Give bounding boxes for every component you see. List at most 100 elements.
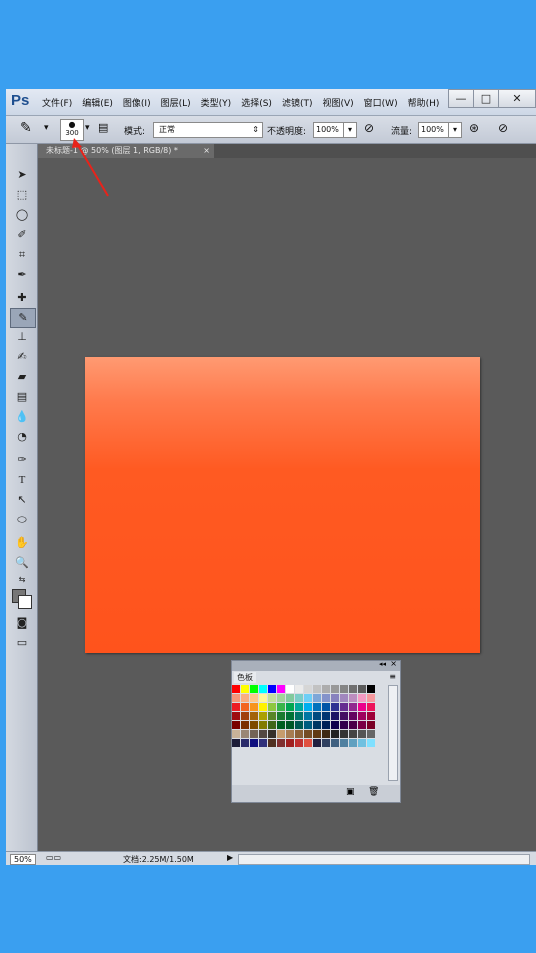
color-swatch[interactable] (340, 703, 348, 711)
color-swatch[interactable] (358, 712, 366, 720)
color-swatch[interactable] (268, 739, 276, 747)
color-swatch[interactable] (268, 703, 276, 711)
color-swatch[interactable] (277, 712, 285, 720)
close-button[interactable]: ✕ (498, 89, 536, 108)
color-swatch[interactable] (304, 685, 312, 693)
color-swatch[interactable] (259, 703, 267, 711)
color-swatch[interactable] (286, 703, 294, 711)
opacity-field[interactable]: 100% (313, 122, 344, 138)
color-swatch[interactable] (349, 730, 357, 738)
color-swatch[interactable] (295, 685, 303, 693)
color-swatch[interactable] (349, 739, 357, 747)
color-swatch[interactable] (259, 712, 267, 720)
menu-edit[interactable]: 编辑(E) (82, 96, 113, 109)
color-swatch[interactable] (358, 703, 366, 711)
color-swatch[interactable] (268, 685, 276, 693)
tab-close-icon[interactable]: × (203, 144, 210, 158)
color-swatch[interactable] (367, 730, 375, 738)
quick-mask-icon[interactable]: ◙ (10, 614, 34, 632)
color-swatch[interactable] (259, 739, 267, 747)
minimize-button[interactable]: — (448, 89, 474, 108)
color-swatch[interactable] (259, 721, 267, 729)
color-swatch[interactable] (331, 721, 339, 729)
color-swatch[interactable] (322, 685, 330, 693)
color-swatch[interactable] (313, 703, 321, 711)
color-swatch[interactable] (367, 739, 375, 747)
color-swatch[interactable] (286, 685, 294, 693)
color-swatch[interactable] (313, 685, 321, 693)
history-brush-tool-icon[interactable]: ✍ (10, 348, 34, 366)
color-swatch[interactable] (241, 712, 249, 720)
new-swatch-icon[interactable]: ▣ (346, 787, 355, 797)
color-swatch[interactable] (340, 685, 348, 693)
pressure-opacity-icon[interactable]: ⊘ (364, 121, 374, 135)
type-tool-icon[interactable]: T (10, 471, 34, 489)
color-swatch[interactable] (358, 739, 366, 747)
color-swatch[interactable] (304, 712, 312, 720)
status-preview-icon[interactable]: ▭▭ (46, 853, 61, 862)
color-swatch[interactable] (349, 703, 357, 711)
blur-tool-icon[interactable]: 💧 (10, 408, 34, 426)
color-swatch[interactable] (322, 721, 330, 729)
document-canvas[interactable] (85, 357, 480, 653)
color-swatch[interactable] (259, 694, 267, 702)
color-swatch[interactable] (367, 703, 375, 711)
color-swatch[interactable] (295, 703, 303, 711)
opacity-dropdown-icon[interactable]: ▾ (343, 122, 357, 138)
menu-window[interactable]: 窗口(W) (364, 96, 398, 109)
color-swatch[interactable] (322, 703, 330, 711)
color-swatch[interactable] (340, 739, 348, 747)
color-swatch[interactable] (286, 730, 294, 738)
color-swatch[interactable] (250, 685, 258, 693)
move-tool-icon[interactable]: ➤ (10, 166, 34, 184)
dodge-tool-icon[interactable]: ◔ (10, 428, 34, 446)
stamp-tool-icon[interactable]: ⊥ (10, 328, 34, 346)
flow-field[interactable]: 100% (418, 122, 449, 138)
color-swatch[interactable] (295, 721, 303, 729)
color-swatch[interactable] (304, 694, 312, 702)
color-swatch[interactable] (286, 694, 294, 702)
color-swatch[interactable] (232, 721, 240, 729)
color-swatch[interactable] (277, 694, 285, 702)
menu-view[interactable]: 视图(V) (322, 96, 353, 109)
color-swatch[interactable] (313, 712, 321, 720)
color-swatch[interactable] (340, 721, 348, 729)
color-swatch[interactable] (331, 703, 339, 711)
lasso-tool-icon[interactable]: ◯ (10, 206, 34, 224)
color-swatch[interactable] (232, 685, 240, 693)
zoom-level[interactable]: 50% (10, 854, 36, 865)
flow-dropdown-icon[interactable]: ▾ (448, 122, 462, 138)
color-swatch[interactable] (295, 712, 303, 720)
color-swatch[interactable] (250, 703, 258, 711)
mode-select[interactable]: 正常 ⇕ (153, 122, 263, 138)
color-swatch[interactable] (277, 703, 285, 711)
color-swatch[interactable] (358, 721, 366, 729)
color-swatch[interactable] (304, 703, 312, 711)
color-swatch[interactable] (268, 712, 276, 720)
color-swatch[interactable] (331, 739, 339, 747)
screen-mode-icon[interactable]: ▭ (10, 634, 34, 652)
color-swatch[interactable] (250, 694, 258, 702)
color-swatch[interactable] (277, 739, 285, 747)
color-swatch[interactable] (232, 712, 240, 720)
color-swatch[interactable] (313, 694, 321, 702)
menu-layer[interactable]: 图层(L) (161, 96, 191, 109)
trash-icon[interactable]: 🗑 (368, 787, 379, 797)
color-swatch[interactable] (349, 685, 357, 693)
tool-preset-dropdown-icon[interactable]: ▾ (44, 123, 49, 133)
maximize-button[interactable]: □ (473, 89, 499, 108)
color-swatch[interactable] (268, 721, 276, 729)
color-swatch[interactable] (295, 739, 303, 747)
color-swatch[interactable] (295, 730, 303, 738)
color-swatch[interactable] (358, 730, 366, 738)
color-swatch[interactable] (331, 694, 339, 702)
menu-filter[interactable]: 滤镜(T) (282, 96, 313, 109)
color-swatch[interactable] (241, 694, 249, 702)
swap-colors-icon[interactable]: ⇆ (10, 571, 34, 589)
airbrush-icon[interactable]: ⊛ (469, 121, 479, 135)
color-swatch[interactable] (322, 730, 330, 738)
color-swatch[interactable] (241, 721, 249, 729)
color-swatch[interactable] (313, 721, 321, 729)
color-swatch[interactable] (367, 694, 375, 702)
color-swatch[interactable] (268, 730, 276, 738)
